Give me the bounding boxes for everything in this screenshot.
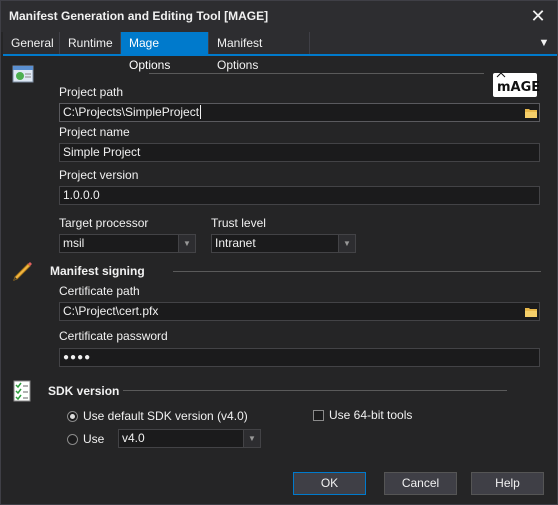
certificate-path-value: C:\Project\cert.pfx xyxy=(63,304,159,318)
project-name-label: Project name xyxy=(59,125,130,139)
use-default-sdk-label[interactable]: Use default SDK version (v4.0) xyxy=(83,409,248,423)
trust-level-select[interactable]: Intranet ▼ xyxy=(211,234,356,253)
use-64bit-tools-checkbox[interactable] xyxy=(313,410,324,421)
tab-strip: General Runtime Mage Options Manifest Op… xyxy=(3,32,557,72)
tab-general[interactable]: General xyxy=(3,32,60,54)
project-icon xyxy=(11,63,35,90)
project-path-input[interactable]: C:\Projects\SimpleProject xyxy=(59,103,540,122)
svg-text:mAGE: mAGE xyxy=(497,80,540,95)
close-icon[interactable]: ✕ xyxy=(527,5,549,27)
pencil-icon xyxy=(11,259,35,286)
signing-divider xyxy=(173,271,541,272)
certificate-password-label: Certificate password xyxy=(59,329,168,343)
mage-logo-icon: mAGE xyxy=(491,69,541,102)
sdk-version-heading: SDK version xyxy=(48,384,120,398)
project-version-input[interactable]: 1.0.0.0 xyxy=(59,186,540,205)
project-name-input[interactable]: Simple Project xyxy=(59,143,540,162)
sdk-version-value: v4.0 xyxy=(122,431,145,445)
folder-icon[interactable] xyxy=(523,303,539,320)
window-title: Manifest Generation and Editing Tool [MA… xyxy=(9,9,269,23)
title-bar: Manifest Generation and Editing Tool [MA… xyxy=(1,1,557,32)
dropdown-arrow-icon[interactable]: ▼ xyxy=(338,235,355,252)
use-sdk-label[interactable]: Use xyxy=(83,432,104,446)
cancel-button[interactable]: Cancel xyxy=(384,472,457,495)
certificate-password-input[interactable]: ●●●● xyxy=(59,348,540,367)
project-path-label: Project path xyxy=(59,85,124,99)
ok-button[interactable]: OK xyxy=(293,472,366,495)
manifest-signing-heading: Manifest signing xyxy=(50,264,145,278)
dialog-window: Manifest Generation and Editing Tool [MA… xyxy=(0,0,558,505)
tab-mage-options[interactable]: Mage Options xyxy=(121,32,209,72)
sdk-checklist-icon xyxy=(11,379,35,406)
target-processor-select[interactable]: msil ▼ xyxy=(59,234,196,253)
target-processor-value: msil xyxy=(63,236,85,250)
use-64bit-tools-label[interactable]: Use 64-bit tools xyxy=(329,408,412,422)
project-path-value: C:\Projects\SimpleProject xyxy=(63,105,200,119)
folder-icon[interactable] xyxy=(523,104,539,121)
sdk-version-select[interactable]: v4.0 ▼ xyxy=(118,429,261,448)
trust-level-value: Intranet xyxy=(215,236,256,250)
trust-level-label: Trust level xyxy=(211,216,266,230)
dropdown-arrow-icon[interactable]: ▼ xyxy=(178,235,195,252)
tab-runtime[interactable]: Runtime xyxy=(60,32,121,54)
project-divider xyxy=(149,73,484,74)
use-sdk-radio[interactable] xyxy=(67,434,78,445)
project-version-label: Project version xyxy=(59,168,139,182)
tab-manifest-options[interactable]: Manifest Options xyxy=(209,32,310,72)
sdk-divider xyxy=(123,390,507,391)
use-default-sdk-radio[interactable] xyxy=(67,411,78,422)
target-processor-label: Target processor xyxy=(59,216,149,230)
certificate-path-input[interactable]: C:\Project\cert.pfx xyxy=(59,302,540,321)
help-button[interactable]: Help xyxy=(471,472,544,495)
certificate-path-label: Certificate path xyxy=(59,284,140,298)
menu-chevron-icon[interactable]: ▼ xyxy=(537,32,551,54)
dropdown-arrow-icon[interactable]: ▼ xyxy=(243,430,260,447)
